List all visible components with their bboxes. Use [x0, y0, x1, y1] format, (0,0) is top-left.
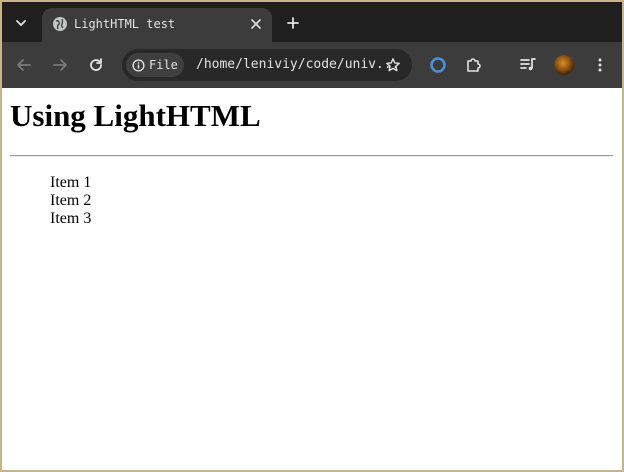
extension-button[interactable]	[424, 51, 452, 79]
reading-list-button[interactable]	[514, 51, 542, 79]
toolbar: File /home/leniviy/code/univ...	[2, 42, 622, 88]
page-content: Using LightHTML Item 1 Item 2 Item 3	[2, 88, 622, 470]
star-icon	[386, 58, 400, 72]
menu-button[interactable]	[586, 51, 614, 79]
avatar	[554, 55, 574, 75]
list-item: Item 2	[50, 192, 92, 209]
info-icon	[132, 58, 145, 72]
forward-button[interactable]	[46, 51, 74, 79]
chevron-down-icon	[16, 20, 26, 26]
extensions-button[interactable]	[460, 51, 488, 79]
tab-search-button[interactable]	[8, 10, 34, 36]
tab-title: LightHTML test	[74, 17, 176, 31]
queue-music-icon	[520, 58, 536, 71]
browser-window: LightHTML test File /home/leniviy/code/u…	[2, 2, 622, 470]
new-tab-button[interactable]	[280, 10, 306, 36]
active-tab[interactable]: LightHTML test	[42, 8, 272, 42]
horizontal-rule	[10, 155, 613, 157]
bookmark-button[interactable]	[380, 52, 406, 78]
ring-icon	[430, 57, 446, 73]
address-bar[interactable]: File /home/leniviy/code/univ...	[122, 49, 412, 81]
arrow-right-icon	[53, 59, 67, 71]
reload-button[interactable]	[82, 51, 110, 79]
tab-strip: LightHTML test	[2, 2, 622, 42]
item-list: Item 1 Item 2 Item 3	[50, 174, 91, 228]
url-text[interactable]: /home/leniviy/code/univ...	[196, 56, 400, 74]
reload-icon	[90, 58, 102, 71]
list-item: Item 1	[50, 174, 92, 191]
back-button[interactable]	[10, 51, 38, 79]
kebab-menu-icon	[598, 58, 602, 72]
profile-button[interactable]	[550, 51, 578, 79]
list-item: Item 3	[50, 210, 92, 227]
puzzle-icon	[467, 58, 481, 72]
close-icon	[251, 19, 261, 29]
globe-icon	[53, 17, 67, 31]
tab-close-button[interactable]	[246, 14, 266, 34]
arrow-left-icon	[17, 59, 31, 71]
site-info-chip[interactable]: File	[126, 53, 184, 77]
page-title: Using LightHTML	[10, 98, 261, 133]
plus-icon	[287, 17, 299, 29]
chip-label: File	[149, 58, 178, 72]
